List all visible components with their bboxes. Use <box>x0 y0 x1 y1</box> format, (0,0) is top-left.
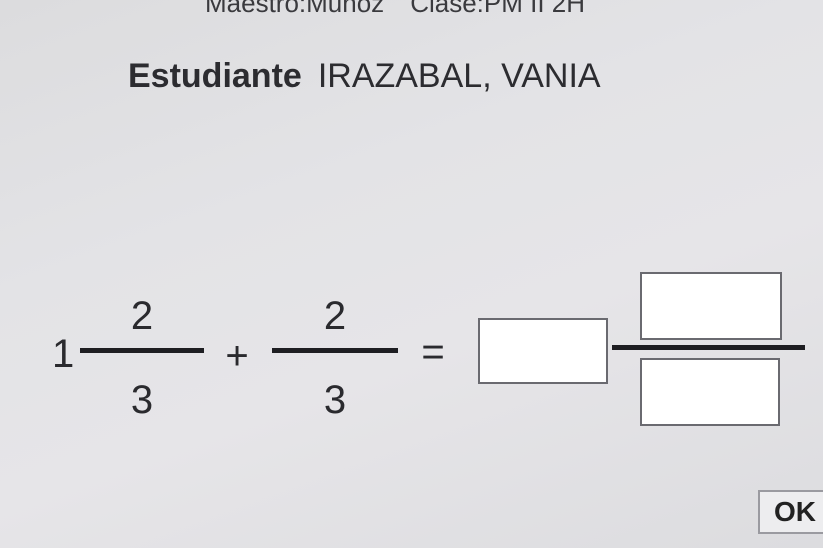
answer-numerator-input[interactable] <box>640 272 782 340</box>
student-line: Estudiante IRAZABAL, VANIA <box>128 57 601 96</box>
fraction1-denominator: 3 <box>130 378 154 422</box>
fraction1-bar <box>80 348 204 353</box>
fraction1-numerator: 2 <box>130 294 154 338</box>
teacher-label: Maestro:Munoz <box>205 0 385 18</box>
equals-sign: = <box>421 330 445 374</box>
answer-denominator-input[interactable] <box>640 358 780 426</box>
fraction2-denominator: 3 <box>323 378 347 422</box>
ok-button[interactable]: OK <box>758 490 823 534</box>
student-label: Estudiante <box>128 57 302 95</box>
plus-sign: + <box>225 334 249 378</box>
fraction2-bar <box>272 348 398 353</box>
student-name: IRAZABAL, VANIA <box>317 57 601 95</box>
answer-whole-input[interactable] <box>478 318 608 384</box>
whole-number: 1 <box>52 332 75 376</box>
class-label: Clase:PM II 2H <box>410 0 586 18</box>
fraction2-numerator: 2 <box>323 294 347 338</box>
answer-fraction-bar <box>612 345 805 350</box>
header-bar: Maestro:Munoz Clase:PM II 2H <box>205 0 585 19</box>
